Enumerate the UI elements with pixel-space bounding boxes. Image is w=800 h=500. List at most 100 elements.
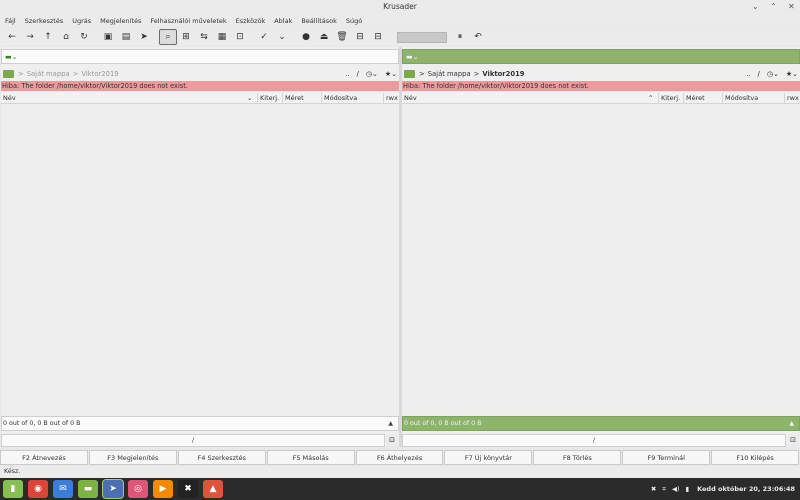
root-dir-button[interactable]: /	[357, 70, 359, 78]
undo-icon[interactable]: ↶	[469, 29, 487, 45]
right-media-button[interactable]: ▬⌄	[402, 49, 800, 64]
volume-tray-icon[interactable]: ◀)	[672, 485, 680, 493]
maximize-button[interactable]: ⌃	[770, 0, 777, 14]
left-media-button[interactable]: ▬⌄	[1, 49, 399, 64]
column-divider[interactable]	[784, 93, 785, 103]
column-extension[interactable]: Kiterj.	[260, 94, 279, 102]
up-arrow-icon[interactable]: ▲	[388, 417, 393, 430]
column-extension[interactable]: Kiterj.	[661, 94, 680, 102]
home-icon[interactable]: ⌂	[57, 29, 75, 45]
menu-settings[interactable]: Beállítások	[301, 17, 337, 25]
mail-icon[interactable]: ✉	[53, 480, 73, 498]
left-crumb-home[interactable]: Saját mappa	[27, 70, 70, 78]
back-icon[interactable]: ←	[3, 29, 21, 45]
column-divider[interactable]	[282, 93, 283, 103]
f4-edit-button[interactable]: F4 Szerkesztés	[177, 450, 266, 465]
home-folder-icon[interactable]	[3, 70, 14, 78]
terminal-icon[interactable]: ⊡	[386, 434, 398, 447]
split-left-icon[interactable]: ⊟	[351, 29, 369, 45]
trash-icon[interactable]: 🗑	[333, 29, 351, 45]
column-name[interactable]: Név	[404, 94, 417, 102]
new-tab-icon[interactable]: ⊞	[177, 29, 195, 45]
left-crumb-folder[interactable]: Viktor2019	[81, 70, 118, 78]
left-cmdline[interactable]: /	[1, 434, 385, 447]
xtools-icon[interactable]: ✖	[178, 480, 198, 498]
check-menu-icon[interactable]: ⌄	[273, 29, 291, 45]
column-modified[interactable]: Módosítva	[725, 94, 758, 102]
refresh-icon[interactable]: ↻	[75, 29, 93, 45]
f2-rename-button[interactable]: F2 Átnevezés	[0, 450, 88, 465]
f5-copy-button[interactable]: F5 Másolás	[266, 450, 355, 465]
check-icon[interactable]: ✓	[255, 29, 273, 45]
split-right-icon[interactable]: ⊟	[369, 29, 387, 45]
f9-terminal-button[interactable]: F9 Terminál	[622, 450, 711, 465]
bookmarks-icon[interactable]: ★⌄	[385, 70, 397, 78]
column-divider[interactable]	[683, 93, 684, 103]
history-icon[interactable]: ◷⌄	[366, 70, 378, 78]
column-permissions[interactable]: rwx	[787, 94, 799, 102]
vlc-icon[interactable]: ▶	[153, 480, 173, 498]
minimize-button[interactable]: ⌄	[752, 0, 759, 14]
archive-icon[interactable]: ▦	[213, 29, 231, 45]
f10-quit-button[interactable]: F10 Kilépés	[711, 450, 800, 465]
column-size[interactable]: Méret	[285, 94, 304, 102]
mint-menu-icon[interactable]: ▮	[3, 480, 23, 498]
globe-icon[interactable]: ●	[297, 29, 315, 45]
files-icon[interactable]: ▬	[78, 480, 98, 498]
history-icon[interactable]: ◷⌄	[767, 70, 779, 78]
menu-help[interactable]: Súgó	[346, 17, 362, 25]
column-divider[interactable]	[257, 93, 258, 103]
root-dir-button[interactable]: /	[758, 70, 760, 78]
column-divider[interactable]	[321, 93, 322, 103]
krusader-icon[interactable]: ➤	[102, 479, 124, 499]
right-crumb-folder[interactable]: Viktor2019	[482, 70, 524, 78]
menu-window[interactable]: Ablak	[274, 17, 292, 25]
update-tray-icon[interactable]: ✖	[651, 485, 656, 493]
image-viewer-icon[interactable]: ▲	[203, 480, 223, 498]
column-name[interactable]: Név	[3, 94, 16, 102]
search-icon[interactable]: ⌕	[159, 29, 177, 45]
pause-icon[interactable]: ⏸	[451, 29, 469, 45]
menu-tools[interactable]: Eszközök	[236, 17, 266, 25]
chrome-icon[interactable]: ◉	[28, 480, 48, 498]
up-icon[interactable]: ↑	[39, 29, 57, 45]
bookmarks-icon[interactable]: ★⌄	[786, 70, 798, 78]
terminal-icon[interactable]: ⊡	[787, 434, 799, 447]
drive-icon: ▬⌄	[406, 53, 419, 61]
menu-user-actions[interactable]: Felhasználói műveletek	[150, 17, 226, 25]
right-crumb-home[interactable]: Saját mappa	[428, 70, 471, 78]
pointer-icon[interactable]: ➤	[135, 29, 153, 45]
select-all-icon[interactable]: ▣	[99, 29, 117, 45]
right-file-list[interactable]	[402, 105, 800, 416]
up-arrow-icon[interactable]: ▲	[789, 417, 794, 430]
f7-new-folder-button[interactable]: F7 Új könyvtár	[444, 450, 533, 465]
pack-icon[interactable]: ⊡	[231, 29, 249, 45]
column-permissions[interactable]: rwx	[386, 94, 398, 102]
game-icon[interactable]: ◎	[128, 480, 148, 498]
f3-view-button[interactable]: F3 Megjelenítés	[88, 450, 177, 465]
parent-dir-button[interactable]: ..	[746, 70, 750, 78]
home-folder-icon[interactable]	[404, 70, 415, 78]
menu-edit[interactable]: Szerkesztés	[25, 17, 63, 25]
parent-dir-button[interactable]: ..	[345, 70, 349, 78]
mount-icon[interactable]: ⏏	[315, 29, 333, 45]
column-divider[interactable]	[383, 93, 384, 103]
sync-icon[interactable]: ⇆	[195, 29, 213, 45]
column-divider[interactable]	[722, 93, 723, 103]
menu-go[interactable]: Ugrás	[72, 17, 91, 25]
compare-icon[interactable]: ▤	[117, 29, 135, 45]
right-cmdline[interactable]: /	[402, 434, 786, 447]
column-divider[interactable]	[658, 93, 659, 103]
f6-move-button[interactable]: F6 Áthelyezés	[355, 450, 444, 465]
close-button[interactable]: ✕	[788, 0, 795, 14]
f8-delete-button[interactable]: F8 Törlés	[533, 450, 622, 465]
battery-tray-icon[interactable]: ▮	[686, 485, 690, 493]
forward-icon[interactable]: →	[21, 29, 39, 45]
column-size[interactable]: Méret	[686, 94, 705, 102]
clock[interactable]: Kedd október 20, 23:06:48	[697, 485, 795, 493]
column-modified[interactable]: Módosítva	[324, 94, 357, 102]
menu-view[interactable]: Megjelenítés	[100, 17, 141, 25]
menu-file[interactable]: Fájl	[5, 17, 16, 25]
left-file-list[interactable]	[1, 105, 399, 416]
network-tray-icon[interactable]: ⌗	[662, 485, 666, 494]
